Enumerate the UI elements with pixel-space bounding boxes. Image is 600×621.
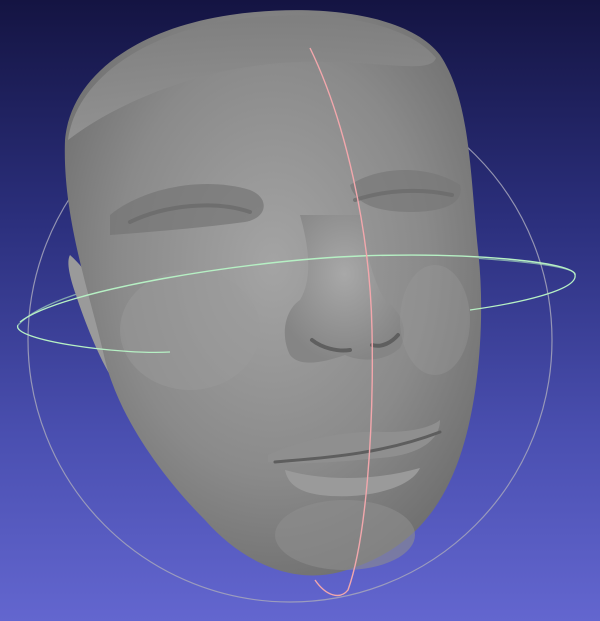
- left-cheek: [120, 270, 260, 390]
- face-mesh[interactable]: [64, 10, 482, 576]
- scene-canvas[interactable]: [0, 0, 600, 621]
- 3d-viewport[interactable]: [0, 0, 600, 621]
- right-cheek: [400, 265, 470, 375]
- chin: [275, 500, 415, 570]
